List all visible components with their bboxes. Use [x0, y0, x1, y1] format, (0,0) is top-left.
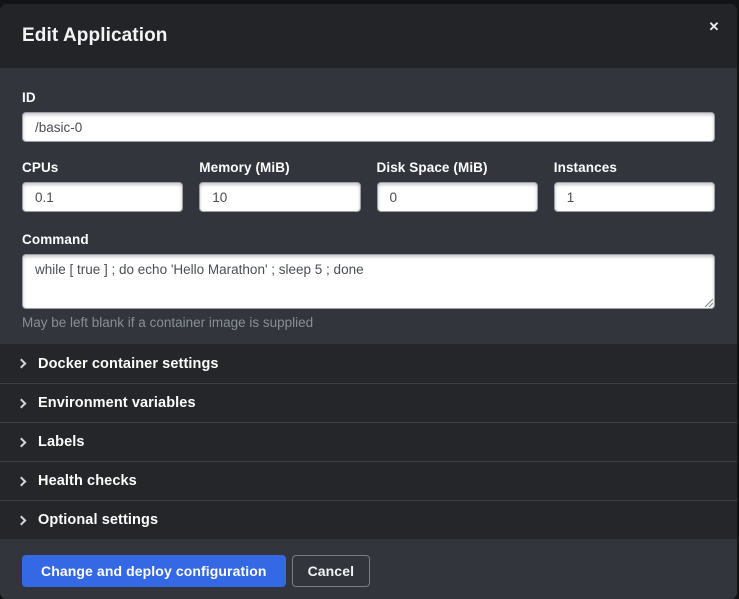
command-help-text: May be left blank if a container image i… [22, 315, 715, 330]
modal-body: ID CPUs Memory (MiB) Disk Space (MiB) In… [0, 68, 737, 344]
section-label: Docker container settings [38, 356, 219, 372]
section-environment-variables[interactable]: Environment variables [0, 383, 737, 422]
cancel-button[interactable]: Cancel [292, 555, 371, 587]
close-button[interactable]: ✕ [703, 16, 725, 38]
memory-input[interactable] [199, 182, 360, 212]
section-label: Health checks [38, 473, 137, 489]
modal-header: Edit Application ✕ [0, 4, 737, 68]
command-textarea-wrap: while [ true ] ; do echo 'Hello Marathon… [22, 254, 715, 309]
chevron-right-icon [17, 515, 27, 525]
section-label: Labels [38, 434, 85, 450]
resize-handle-icon[interactable] [703, 297, 713, 307]
section-optional-settings[interactable]: Optional settings [0, 500, 737, 539]
modal-footer: Change and deploy configuration Cancel [0, 539, 737, 599]
disk-label: Disk Space (MiB) [377, 160, 538, 175]
id-label: ID [22, 90, 715, 105]
accordion-sections: Docker container settings Environment va… [0, 344, 737, 539]
chevron-right-icon [17, 359, 27, 369]
memory-label: Memory (MiB) [199, 160, 360, 175]
modal-title: Edit Application [22, 25, 168, 47]
cpus-label: CPUs [22, 160, 183, 175]
section-docker-container-settings[interactable]: Docker container settings [0, 344, 737, 383]
edit-application-modal: Edit Application ✕ ID CPUs Memory (MiB) … [0, 4, 737, 599]
disk-field-group: Disk Space (MiB) [377, 160, 538, 212]
section-label: Environment variables [38, 395, 196, 411]
cpus-field-group: CPUs [22, 160, 183, 212]
section-labels[interactable]: Labels [0, 422, 737, 461]
section-label: Optional settings [38, 512, 158, 528]
disk-input[interactable] [377, 182, 538, 212]
instances-label: Instances [554, 160, 715, 175]
command-label: Command [22, 232, 715, 247]
chevron-right-icon [17, 476, 27, 486]
id-input[interactable] [22, 112, 715, 142]
deploy-button[interactable]: Change and deploy configuration [22, 555, 286, 587]
chevron-right-icon [17, 398, 27, 408]
instances-field-group: Instances [554, 160, 715, 212]
id-field-group: ID [22, 90, 715, 142]
memory-field-group: Memory (MiB) [199, 160, 360, 212]
resources-row: CPUs Memory (MiB) Disk Space (MiB) Insta… [22, 160, 715, 212]
cpus-input[interactable] [22, 182, 183, 212]
close-icon: ✕ [709, 19, 720, 34]
command-field-group: Command while [ true ] ; do echo 'Hello … [22, 232, 715, 330]
command-textarea[interactable]: while [ true ] ; do echo 'Hello Marathon… [22, 254, 715, 309]
chevron-right-icon [17, 437, 27, 447]
instances-input[interactable] [554, 182, 715, 212]
section-health-checks[interactable]: Health checks [0, 461, 737, 500]
